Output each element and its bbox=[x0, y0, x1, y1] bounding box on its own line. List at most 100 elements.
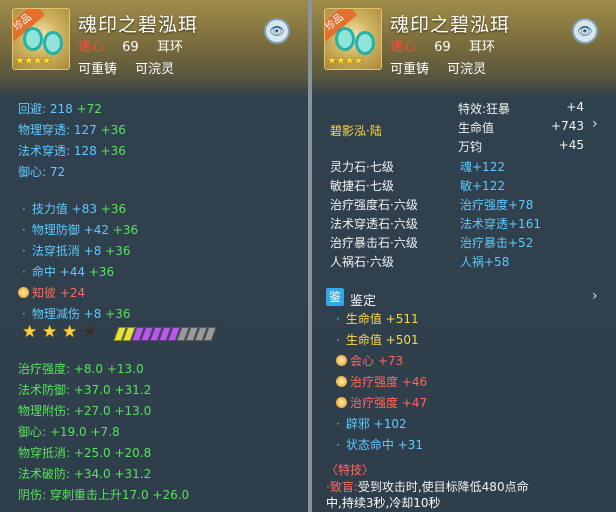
set-effect-name: 万钧 bbox=[458, 140, 483, 154]
stat-value: +501 bbox=[385, 333, 419, 347]
stat-name: 物理防御 bbox=[31, 223, 84, 237]
appraise-row: · 生命值 +501 bbox=[336, 331, 419, 348]
bullet-icon: · bbox=[22, 202, 26, 216]
icon-star-row: ★★★★ bbox=[327, 54, 363, 67]
stat-bonus: +72 bbox=[76, 102, 102, 116]
set-name: 碧影泓·陆 bbox=[330, 124, 382, 138]
stat-bonus: +36 bbox=[88, 265, 115, 279]
recast-label: 可重铸 bbox=[78, 62, 118, 77]
stat-value: 穿刺重击上升17.0 bbox=[49, 488, 153, 502]
stat-name: 法术穿透: bbox=[18, 144, 74, 158]
refine-stat-row: 法术防御: +37.0 +31.2 bbox=[18, 381, 151, 398]
stat-value: +44 bbox=[59, 265, 89, 279]
appraise-title: 鉴定 bbox=[350, 294, 377, 309]
earring-left-icon bbox=[23, 27, 43, 51]
stat-name: 御心: bbox=[18, 425, 50, 439]
stone-effect: 法术穿透+161 bbox=[460, 217, 541, 231]
stat-name: 生命值 bbox=[345, 333, 386, 347]
stat-bonus: +20.8 bbox=[114, 446, 152, 460]
stat-name: 物理减伤 bbox=[31, 307, 84, 321]
stat-name: 治疗强度 bbox=[350, 375, 402, 389]
stat-bonus: +36 bbox=[105, 244, 131, 258]
stone-name: 敏捷石·七级 bbox=[330, 179, 394, 193]
stat-name: 治疗强度 bbox=[350, 396, 402, 410]
bullet-icon: · bbox=[336, 417, 340, 431]
stone-name: 人祸石·六级 bbox=[330, 255, 394, 269]
stat-name: 技力值 bbox=[31, 202, 72, 216]
stat-name: 回避: bbox=[18, 102, 50, 116]
item-level: 69 bbox=[122, 40, 139, 55]
stat-value: +8 bbox=[83, 307, 106, 321]
wash-label: 可浣灵 bbox=[135, 62, 175, 77]
appraise-row: 会心 +73 bbox=[336, 352, 403, 369]
sun-icon bbox=[336, 355, 347, 366]
stat-value: +8 bbox=[83, 244, 106, 258]
stat-value: +8.0 bbox=[73, 362, 107, 376]
bullet-icon: · bbox=[22, 265, 26, 279]
bullet-icon: · bbox=[22, 307, 26, 321]
stat-name: 命中 bbox=[31, 265, 60, 279]
bullet-icon: · bbox=[22, 223, 26, 237]
stat-bonus: +36 bbox=[100, 144, 126, 158]
stat-value: +25.0 bbox=[73, 446, 115, 460]
stone-effect: 治疗强度+78 bbox=[460, 198, 534, 212]
stat-bonus: +36 bbox=[100, 202, 127, 216]
bullet-icon: · bbox=[22, 244, 26, 258]
stat-bonus: +36 bbox=[112, 223, 139, 237]
bullet-icon: · bbox=[336, 438, 340, 452]
extra-stat-row: · 技力值 +83 +36 bbox=[22, 200, 126, 217]
stat-name: 生命值 bbox=[345, 312, 386, 326]
appraise-row: 治疗强度 +47 bbox=[336, 394, 427, 411]
stone-name: 灵力石·七级 bbox=[330, 160, 394, 174]
wash-label: 可浣灵 bbox=[447, 62, 487, 77]
stat-name: 御心: bbox=[18, 165, 50, 179]
extra-stat-row: · 物理防御 +42 +36 bbox=[22, 221, 138, 238]
stat-bonus: +26.0 bbox=[152, 488, 190, 502]
last-stat-row: 阴伤: 穿刺重击上升17.0 +26.0 bbox=[18, 486, 189, 503]
warn-label: 迷心 bbox=[390, 40, 417, 55]
special-line: ·致盲:受到攻击时,使目标降低480点命 bbox=[326, 478, 529, 495]
base-stat-row: 法术穿透: 128 +36 bbox=[18, 142, 126, 159]
stat-value: 218 bbox=[49, 102, 77, 116]
set-effect-value: +45 bbox=[558, 138, 584, 152]
stat-value: +19.0 bbox=[49, 425, 91, 439]
eye-icon[interactable]: 👁 bbox=[572, 18, 598, 44]
stat-value: +102 bbox=[373, 417, 407, 431]
stat-name: 物理附伤: bbox=[18, 404, 74, 418]
extra-stat-row: · 物理减伤 +8 +36 bbox=[22, 305, 131, 322]
warn-label: 迷心 bbox=[78, 40, 105, 55]
special-tag: 〈特技〉 bbox=[326, 463, 375, 477]
appraise-row: 治疗强度 +46 bbox=[336, 373, 427, 390]
eye-icon[interactable]: 👁 bbox=[264, 18, 290, 44]
stat-value: 128 bbox=[73, 144, 101, 158]
stat-name: 法术防御: bbox=[18, 383, 74, 397]
refine-stat-row: 物穿抵消: +25.0 +20.8 bbox=[18, 444, 151, 461]
item-name: 魂印之碧泓珥 bbox=[78, 14, 199, 36]
stat-value: +24 bbox=[59, 286, 86, 300]
set-effect-name: 特效:狂暴 bbox=[458, 102, 511, 116]
stat-value: 127 bbox=[73, 123, 101, 137]
special-name: ·致盲: bbox=[326, 480, 358, 494]
stone-effect: 魂+122 bbox=[460, 160, 505, 174]
bullet-icon: · bbox=[336, 333, 340, 347]
stat-bonus: +36 bbox=[105, 307, 131, 321]
stat-value: +42 bbox=[83, 223, 113, 237]
refine-stat-row: 治疗强度: +8.0 +13.0 bbox=[18, 360, 144, 377]
appraise-badge: 鉴 bbox=[326, 288, 344, 306]
stone-effect: 敏+122 bbox=[460, 179, 505, 193]
star-filled-icon: ★ bbox=[62, 322, 78, 342]
item-type: 耳环 bbox=[156, 40, 183, 55]
stone-name: 治疗强度石·六级 bbox=[330, 198, 418, 212]
stat-name: 状态命中 bbox=[345, 438, 398, 452]
stat-value: +46 bbox=[401, 375, 428, 389]
item-type: 耳环 bbox=[468, 40, 495, 55]
set-effect-value: +743 bbox=[551, 119, 584, 133]
bullet-icon: · bbox=[336, 312, 340, 326]
special-desc: 受到攻击时,使目标降低480点命 bbox=[357, 480, 529, 494]
chevron-right-icon: › bbox=[592, 288, 598, 304]
sun-icon bbox=[18, 287, 29, 298]
item-name: 魂印之碧泓珥 bbox=[390, 14, 511, 36]
star-filled-icon: ★ bbox=[22, 322, 38, 342]
item-icon: 珍品 ★★★★ bbox=[12, 8, 70, 70]
stat-bonus: +7.8 bbox=[90, 425, 120, 439]
